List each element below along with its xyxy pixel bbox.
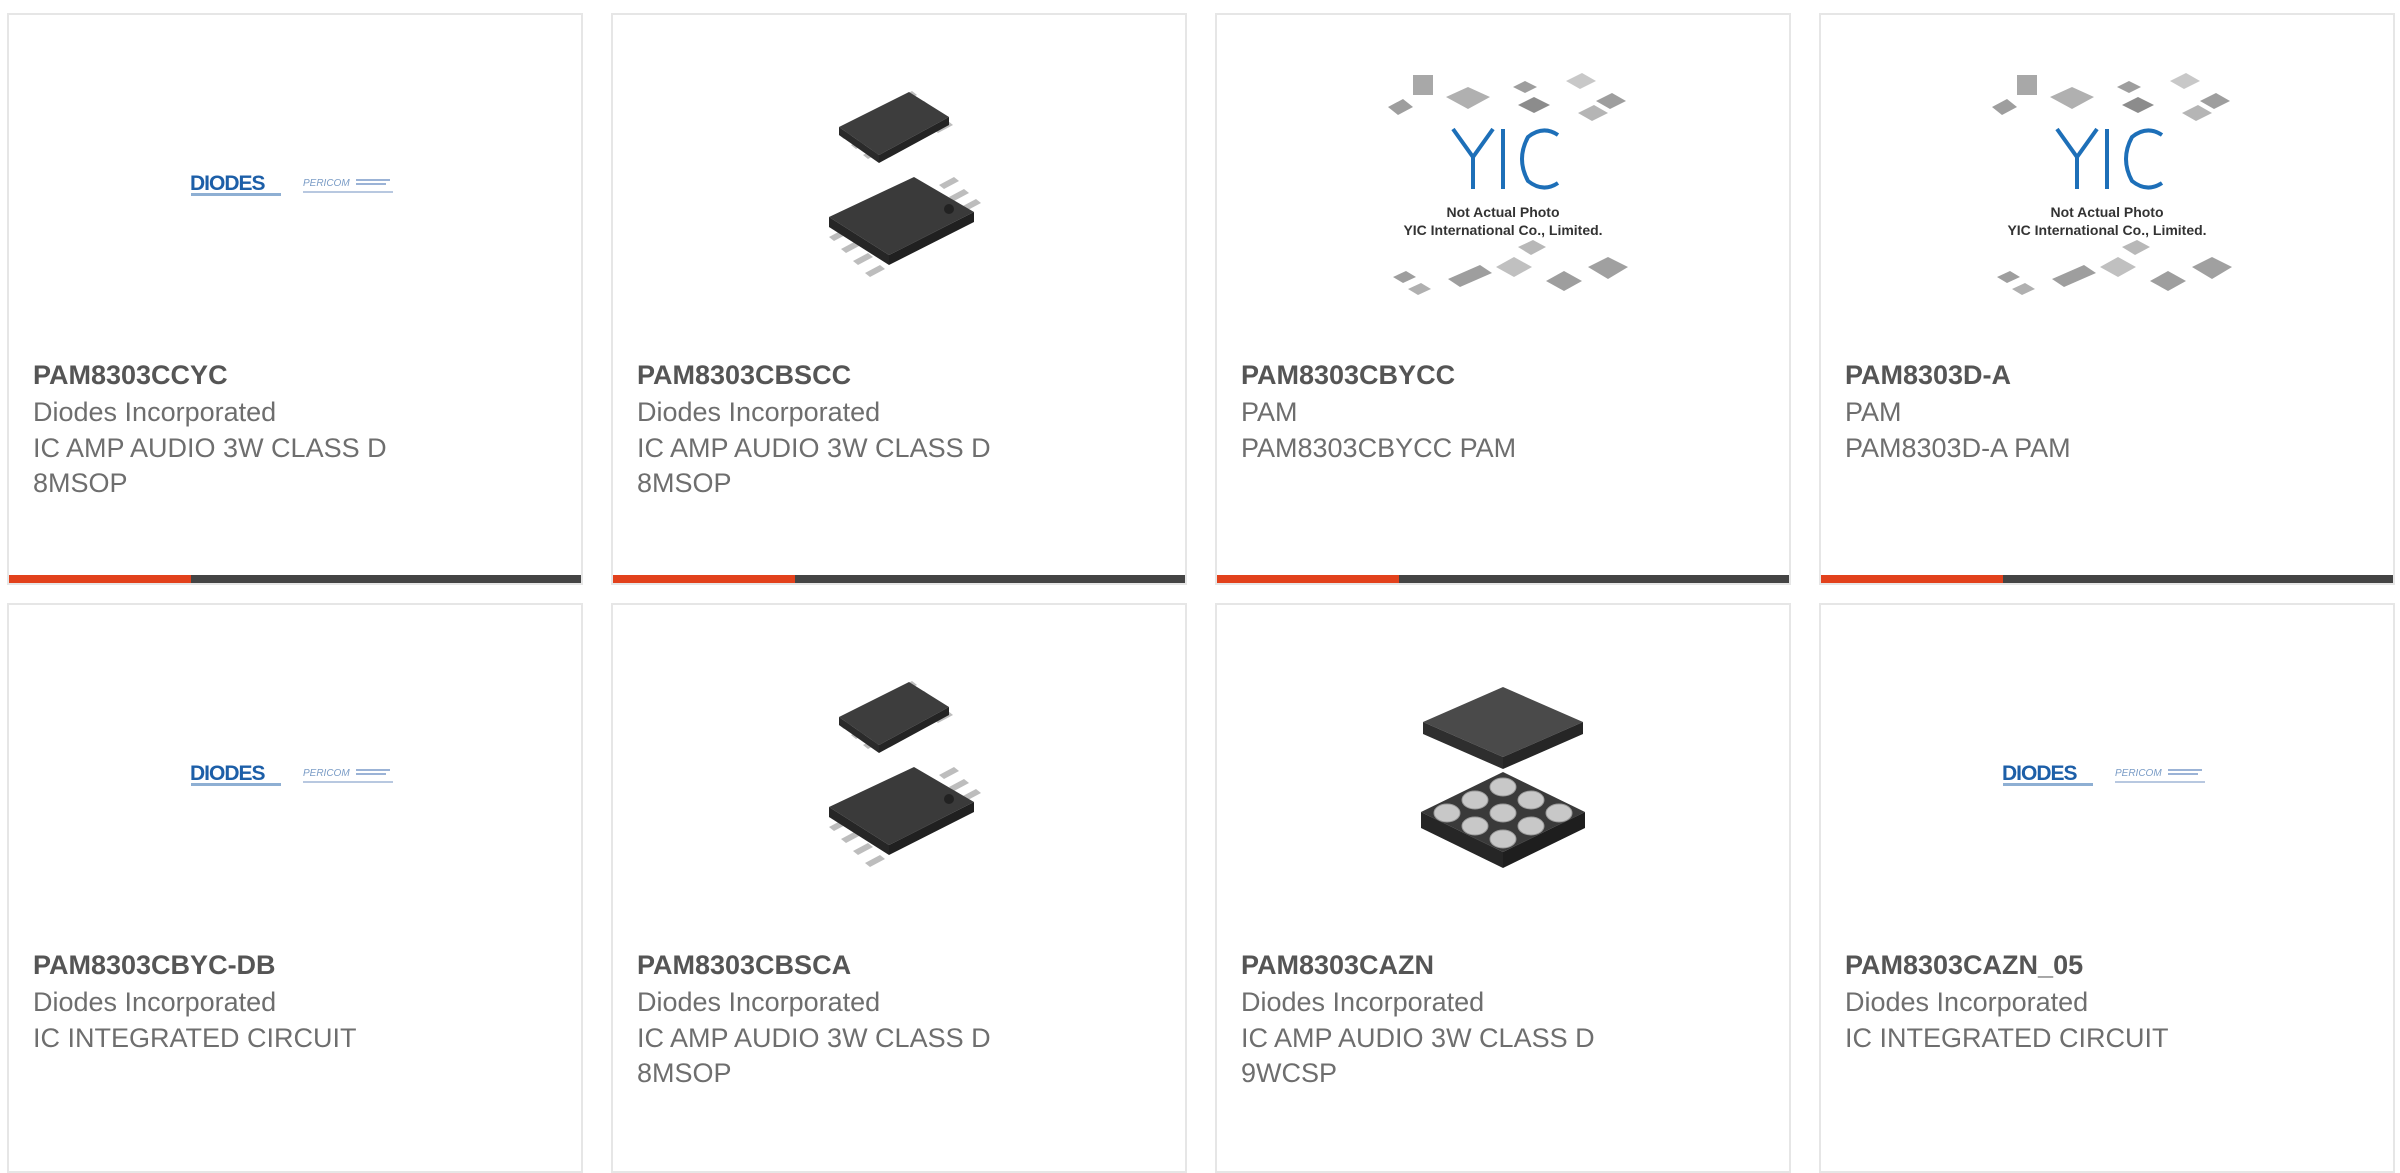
svg-text:YIC International Co., Limited: YIC International Co., Limited. xyxy=(2007,222,2206,238)
svg-text:YIC International Co., Limited: YIC International Co., Limited. xyxy=(1403,222,1602,238)
card-accent-bar xyxy=(1821,575,2003,583)
manufacturer: Diodes Incorporated xyxy=(33,397,277,427)
card-bottom-bar xyxy=(613,575,1185,583)
svg-text:Not Actual Photo: Not Actual Photo xyxy=(1446,204,1559,220)
description: IC AMP AUDIO 3W CLASS D 9WCSP xyxy=(1241,1023,1595,1088)
part-number[interactable]: PAM8303CBYC-DB xyxy=(33,948,276,982)
svg-text:Not Actual Photo: Not Actual Photo xyxy=(2050,204,2163,220)
card-accent-bar xyxy=(1217,575,1399,583)
diodes-logo-image: DIODES PERICOM xyxy=(9,657,581,897)
part-number[interactable]: PAM8303CBSCA xyxy=(637,948,851,982)
svg-text:DIODES: DIODES xyxy=(2002,762,2078,785)
card-accent-bar xyxy=(613,575,795,583)
yic-placeholder: Not Actual Photo YIC International Co., … xyxy=(1992,73,2232,295)
manufacturer: Diodes Incorporated xyxy=(637,397,881,427)
diodes-logo-image: DIODES PERICOM xyxy=(9,67,581,307)
card-accent-bar xyxy=(9,575,191,583)
description: PAM8303D-A PAM xyxy=(1845,433,2071,463)
manufacturer: Diodes Incorporated xyxy=(637,987,881,1017)
product-card[interactable]: PAM8303CBSCC Diodes Incorporated IC AMP … xyxy=(611,13,1187,585)
product-card[interactable]: DIODES PERICOM PAM8303CAZN_05 Diodes Inc… xyxy=(1819,603,2395,1173)
manufacturer: Diodes Incorporated xyxy=(1241,987,1485,1017)
part-number[interactable]: PAM8303D-A xyxy=(1845,358,2011,392)
svg-text:DIODES: DIODES xyxy=(190,172,266,195)
part-number[interactable]: PAM8303CCYC xyxy=(33,358,228,392)
product-card[interactable]: PAM8303CBSCA Diodes Incorporated IC AMP … xyxy=(611,603,1187,1173)
diodes-logo: DIODES PERICOM xyxy=(2002,762,2205,786)
card-bottom-bar xyxy=(1821,575,2393,583)
part-number[interactable]: PAM8303CBSCC xyxy=(637,358,851,392)
part-number[interactable]: PAM8303CAZN_05 xyxy=(1845,948,2083,982)
chip-image xyxy=(829,681,981,867)
description: IC AMP AUDIO 3W CLASS D 8MSOP xyxy=(33,433,387,498)
card-bottom-bar xyxy=(9,575,581,583)
product-card[interactable]: Not Actual Photo YIC International Co., … xyxy=(1215,13,1791,585)
manufacturer: PAM xyxy=(1845,397,1902,427)
msop-chip-image xyxy=(613,657,1185,897)
manufacturer: Diodes Incorporated xyxy=(1845,987,2089,1017)
svg-text:PERICOM: PERICOM xyxy=(303,178,350,189)
description: IC INTEGRATED CIRCUIT xyxy=(1845,1023,2169,1053)
part-number[interactable]: PAM8303CAZN xyxy=(1241,948,1434,982)
diodes-logo-image: DIODES PERICOM xyxy=(1821,657,2393,897)
wcsp-chip-image xyxy=(1217,657,1789,897)
description: PAM8303CBYCC PAM xyxy=(1241,433,1517,463)
diodes-logo: DIODES PERICOM xyxy=(190,172,393,196)
manufacturer: Diodes Incorporated xyxy=(33,987,277,1017)
svg-text:PERICOM: PERICOM xyxy=(2115,768,2162,779)
diodes-logo: DIODES PERICOM xyxy=(190,762,393,786)
product-card[interactable]: DIODES PERICOM PAM8303CBYC-DB Diodes Inc… xyxy=(7,603,583,1173)
svg-text:PERICOM: PERICOM xyxy=(303,768,350,779)
manufacturer: PAM xyxy=(1241,397,1298,427)
part-number[interactable]: PAM8303CBYCC xyxy=(1241,358,1455,392)
product-card[interactable]: DIODES PERICOM PAM8303CCYC Diodes Incorp… xyxy=(7,13,583,585)
product-card[interactable]: PAM8303CAZN Diodes Incorporated IC AMP A… xyxy=(1215,603,1791,1173)
product-card[interactable]: Not Actual Photo YIC International Co., … xyxy=(1819,13,2395,585)
yic-placeholder: Not Actual Photo YIC International Co., … xyxy=(1388,73,1628,295)
description: IC AMP AUDIO 3W CLASS D 8MSOP xyxy=(637,433,991,498)
msop-chip-image xyxy=(613,67,1185,307)
description: IC AMP AUDIO 3W CLASS D 8MSOP xyxy=(637,1023,991,1088)
yic-placeholder-image: Not Actual Photo YIC International Co., … xyxy=(1217,67,1789,307)
card-bottom-bar xyxy=(1217,575,1789,583)
svg-text:DIODES: DIODES xyxy=(190,762,266,785)
chip-image xyxy=(829,91,981,277)
yic-placeholder-image: Not Actual Photo YIC International Co., … xyxy=(1821,67,2393,307)
description: IC INTEGRATED CIRCUIT xyxy=(33,1023,357,1053)
chip-image xyxy=(1421,687,1585,868)
